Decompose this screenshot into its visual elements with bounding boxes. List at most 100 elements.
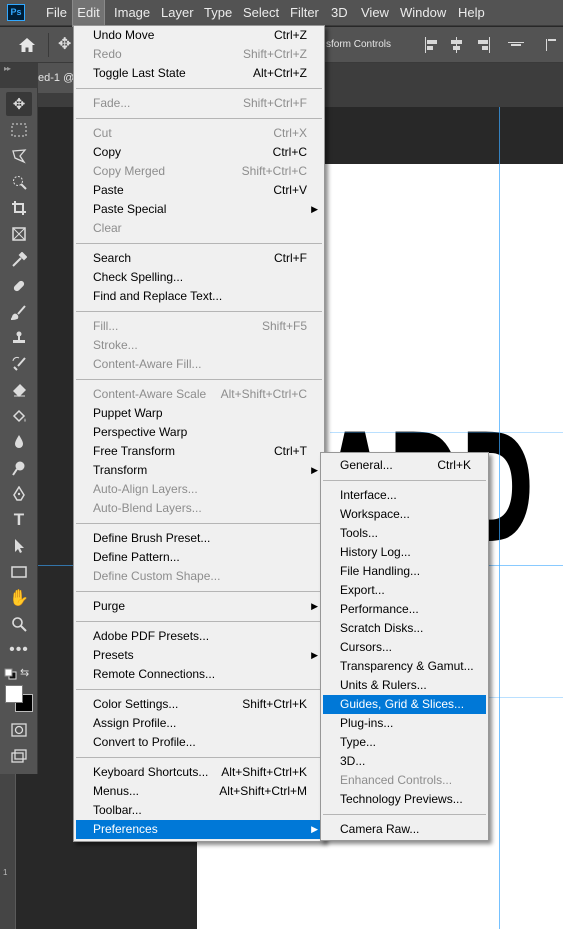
pref-item-camera-raw[interactable]: Camera Raw... (323, 820, 486, 839)
menu-item-copy[interactable]: Copy Ctrl+C (76, 143, 322, 162)
menu-item-toolbar[interactable]: Toolbar... (76, 801, 322, 820)
menu-view[interactable]: View (361, 0, 391, 26)
frame-icon[interactable] (6, 222, 32, 246)
menu-item-color-settings[interactable]: Color Settings... Shift+Ctrl+K (76, 695, 322, 714)
swap-colors-icon[interactable]: ⇆ (20, 666, 29, 679)
menu-item-keyboard-shortcuts[interactable]: Keyboard Shortcuts... Alt+Shift+Ctrl+K (76, 763, 322, 782)
menu-window[interactable]: Window (400, 0, 448, 26)
pref-item-interface[interactable]: Interface... (323, 486, 486, 505)
default-colors-icon[interactable] (4, 668, 18, 680)
rectangular-marquee-icon[interactable] (6, 118, 32, 142)
quick-mask-icon[interactable] (6, 718, 32, 742)
pref-item-general[interactable]: General... Ctrl+K (323, 456, 486, 475)
menu-layer[interactable]: Layer (161, 0, 195, 26)
menu-item-find-and-replace-text[interactable]: Find and Replace Text... (76, 287, 322, 306)
align-horizontal-centers-icon[interactable] (449, 37, 465, 53)
menu-image[interactable]: Image (114, 0, 150, 26)
pref-item-scratch-disks[interactable]: Scratch Disks... (323, 619, 486, 638)
document-tab[interactable]: ed-1 @ (38, 63, 78, 93)
menu-item-paste-special[interactable]: Paste Special ▶ (76, 200, 322, 219)
menu-item-preferences[interactable]: Preferences ▶ (76, 820, 322, 839)
menu-item-assign-profile[interactable]: Assign Profile... (76, 714, 322, 733)
menu-item-undo-move[interactable]: Undo Move Ctrl+Z (76, 26, 322, 45)
menu-item-menus[interactable]: Menus... Alt+Shift+Ctrl+M (76, 782, 322, 801)
blur-icon[interactable] (6, 430, 32, 454)
zoom-icon[interactable] (6, 612, 32, 636)
menu-item-remote-connections[interactable]: Remote Connections... (76, 665, 322, 684)
dodge-icon[interactable] (6, 456, 32, 480)
menu-item-label: Free Transform (93, 444, 176, 458)
menu-item-convert-to-profile[interactable]: Convert to Profile... (76, 733, 322, 752)
pref-item-file-handling[interactable]: File Handling... (323, 562, 486, 581)
menu-item-check-spelling[interactable]: Check Spelling... (76, 268, 322, 287)
vertical-guide[interactable] (499, 107, 500, 929)
eyedropper-icon[interactable] (6, 248, 32, 272)
align-top-edges-icon[interactable] (508, 37, 524, 53)
healing-brush-icon[interactable] (6, 274, 32, 298)
menu-item-search[interactable]: Search Ctrl+F (76, 249, 322, 268)
menu-item-label: Scratch Disks... (340, 621, 424, 635)
pref-item-plug-ins[interactable]: Plug-ins... (323, 714, 486, 733)
pref-item-cursors[interactable]: Cursors... (323, 638, 486, 657)
menu-item-define-pattern[interactable]: Define Pattern... (76, 548, 322, 567)
pref-item-tools[interactable]: Tools... (323, 524, 486, 543)
polygonal-lasso-icon[interactable] (6, 144, 32, 168)
brush-icon[interactable] (6, 300, 32, 324)
show-transform-controls-label[interactable]: sform Controls (326, 27, 391, 63)
menu-help[interactable]: Help (458, 0, 488, 26)
align-vertical-centers-icon[interactable] (545, 37, 561, 53)
menu-item-label: Presets (93, 648, 134, 662)
quick-selection-icon[interactable] (6, 170, 32, 194)
crop-icon[interactable] (6, 196, 32, 220)
pref-item-units-and-rulers[interactable]: Units & Rulers... (323, 676, 486, 695)
pref-item-workspace[interactable]: Workspace... (323, 505, 486, 524)
menu-item-adobe-pdf-presets[interactable]: Adobe PDF Presets... (76, 627, 322, 646)
menu-item-perspective-warp[interactable]: Perspective Warp (76, 423, 322, 442)
home-icon[interactable] (16, 34, 38, 56)
move-tool-icon[interactable]: ✥ (6, 92, 32, 116)
menu-item-label: Transform (93, 463, 148, 477)
menu-separator (323, 480, 486, 481)
menu-item-paste[interactable]: Paste Ctrl+V (76, 181, 322, 200)
menu-item-transform[interactable]: Transform ▶ (76, 461, 322, 480)
screen-mode-icon[interactable] (6, 744, 32, 768)
foreground-color-swatch[interactable] (5, 685, 23, 703)
type-icon[interactable]: T (6, 508, 32, 532)
menu-item-stroke: Stroke... (76, 336, 322, 355)
hand-icon[interactable]: ✋ (6, 586, 32, 610)
align-right-edges-icon[interactable] (475, 37, 491, 53)
paint-bucket-icon[interactable] (6, 404, 32, 428)
pref-item-technology-previews[interactable]: Technology Previews... (323, 790, 486, 809)
menu-item-puppet-warp[interactable]: Puppet Warp (76, 404, 322, 423)
menu-item-free-transform[interactable]: Free Transform Ctrl+T (76, 442, 322, 461)
menu-item-purge[interactable]: Purge ▶ (76, 597, 322, 616)
menu-item-presets[interactable]: Presets ▶ (76, 646, 322, 665)
menu-select[interactable]: Select (243, 0, 281, 26)
align-left-edges-icon[interactable] (424, 37, 440, 53)
pen-icon[interactable] (6, 482, 32, 506)
path-selection-icon[interactable] (6, 534, 32, 558)
menu-3d[interactable]: 3D (331, 0, 351, 26)
vertical-ruler[interactable] (0, 760, 16, 929)
pref-item-history-log[interactable]: History Log... (323, 543, 486, 562)
pref-item-type[interactable]: Type... (323, 733, 486, 752)
menu-edit[interactable]: Edit (72, 0, 105, 27)
pref-item-performance[interactable]: Performance... (323, 600, 486, 619)
pref-item-export[interactable]: Export... (323, 581, 486, 600)
collapse-panel-icon[interactable]: ▸▸ (4, 64, 11, 73)
menu-file[interactable]: File (46, 0, 70, 26)
more-tools-icon[interactable]: ••• (6, 638, 32, 662)
eraser-icon[interactable] (6, 378, 32, 402)
menu-item-cut: Cut Ctrl+X (76, 124, 322, 143)
menu-type[interactable]: Type (204, 0, 234, 26)
menu-item-clear: Clear (76, 219, 322, 238)
clone-stamp-icon[interactable] (6, 326, 32, 350)
menu-filter[interactable]: Filter (290, 0, 322, 26)
rectangle-icon[interactable] (6, 560, 32, 584)
menu-item-toggle-last-state[interactable]: Toggle Last State Alt+Ctrl+Z (76, 64, 322, 83)
pref-item-guides-grid-and-slices[interactable]: Guides, Grid & Slices... (323, 695, 486, 714)
pref-item-transparency-and-gamut[interactable]: Transparency & Gamut... (323, 657, 486, 676)
pref-item-3d[interactable]: 3D... (323, 752, 486, 771)
menu-item-define-brush-preset[interactable]: Define Brush Preset... (76, 529, 322, 548)
history-brush-icon[interactable] (6, 352, 32, 376)
